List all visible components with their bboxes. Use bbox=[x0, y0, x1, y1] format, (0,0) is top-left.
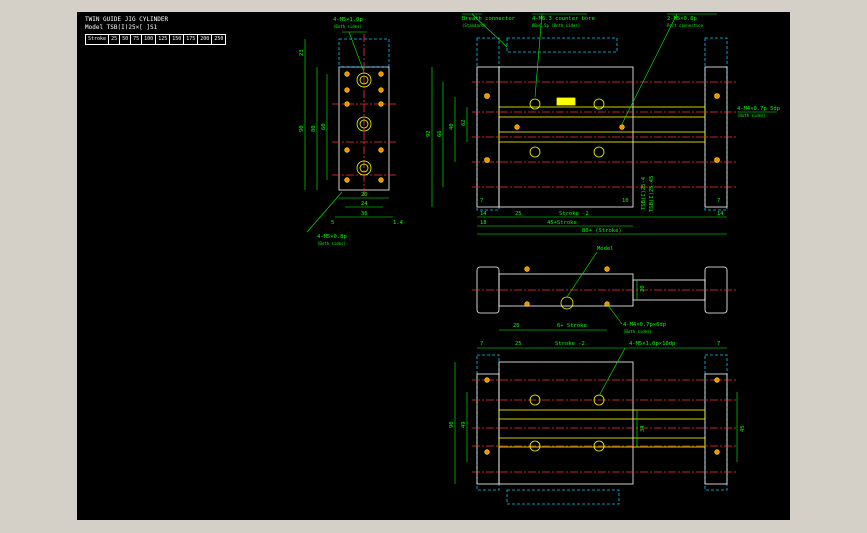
top-right-plate bbox=[704, 373, 728, 485]
side-dim-stroke: Stroke -2 bbox=[559, 211, 589, 217]
side-dim-overall: 86+ (Stroke) bbox=[582, 228, 622, 234]
bottom-dim-20: 20 bbox=[513, 323, 520, 329]
cad-drawing: 23 90 80 60 20 24 36 5 1.4 4-M5×1.0p (Bo… bbox=[299, 13, 780, 505]
side-callout-breath: Breath connector bbox=[462, 16, 516, 22]
side-dim-tsb: TSB(I)25-4 bbox=[641, 176, 647, 210]
bottom-callout-model: Model bbox=[597, 246, 614, 252]
top-left-plate bbox=[476, 373, 500, 485]
top-dim-45: 45 bbox=[740, 425, 746, 432]
bottom-callout-side-sub: (Both sides) bbox=[623, 329, 652, 334]
side-dim-10: 10 bbox=[622, 198, 629, 204]
top-dim-49: 49 bbox=[461, 421, 467, 428]
top-dim-90: 90 bbox=[449, 421, 455, 428]
side-view: 92 66 40 62 7 14 25 Stroke -2 10 18 45+S… bbox=[426, 13, 780, 235]
front-view: 23 90 80 60 20 24 36 5 1.4 4-M5×1.0p (Bo… bbox=[299, 17, 404, 246]
bottom-dim-stroke: 6+ Stroke bbox=[557, 323, 587, 329]
side-dim-tsb2: TSB(I)25-45 bbox=[649, 176, 655, 212]
side-callout-right: 2-M5×0.8p bbox=[667, 16, 697, 22]
side-dim-92: 92 bbox=[426, 130, 432, 137]
side-dim-62: 62 bbox=[461, 119, 467, 126]
side-dim-18: 18 bbox=[480, 220, 487, 226]
side-callout-counterbore-sub: Ø8×6.5p (Both sides) bbox=[532, 23, 580, 28]
side-dim-66: 66 bbox=[437, 130, 443, 137]
top-dim-34: 34 bbox=[640, 425, 646, 432]
front-dim-36: 36 bbox=[361, 211, 368, 217]
top-dim-7: 7 bbox=[480, 341, 483, 347]
top-bottom-fitting bbox=[506, 489, 620, 505]
side-callout-side: 4-M4×0.7p 5dp bbox=[737, 106, 780, 112]
front-dim-5: 5 bbox=[331, 220, 334, 226]
front-dim-24: 24 bbox=[361, 201, 368, 207]
front-dim-60: 60 bbox=[321, 123, 327, 130]
side-dim-r7: 7 bbox=[717, 198, 720, 204]
front-callout-top: 4-M5×1.0p bbox=[333, 17, 363, 23]
side-end-plate-left bbox=[476, 37, 500, 211]
top-view: 7 25 Stroke -2 7 90 49 34 45 4-M5×1.0p×1… bbox=[449, 341, 746, 505]
bottom-port bbox=[560, 296, 574, 310]
side-dim-25: 25 bbox=[515, 211, 522, 217]
top-end-plate-right bbox=[704, 354, 728, 491]
top-dim-25: 25 bbox=[515, 341, 522, 347]
front-dim-23: 23 bbox=[299, 49, 305, 56]
front-callout-bottom: 4-M5×0.8p bbox=[317, 234, 347, 240]
bottom-dim-h20: 20 bbox=[640, 285, 646, 292]
side-dim-14: 14 bbox=[480, 211, 487, 217]
bottom-callout-side: 4-M4×0.7p×6dp bbox=[623, 322, 666, 328]
side-dim-40: 40 bbox=[449, 123, 455, 130]
side-callout-breath-sub: (Standard) bbox=[462, 23, 486, 28]
front-callout-bottom-sub: (Both sides) bbox=[317, 241, 346, 246]
side-end-plate-right bbox=[704, 37, 728, 211]
top-guide-rod bbox=[498, 409, 706, 420]
side-dim-7: 7 bbox=[480, 198, 483, 204]
top-callout: 4-M5×1.0p×10dp bbox=[629, 341, 675, 347]
side-dim-span: 45+Stroke bbox=[547, 220, 577, 226]
front-callout-top-sub: (Both sides) bbox=[333, 24, 362, 29]
front-dim-90: 90 bbox=[299, 125, 305, 132]
top-dim-r7: 7 bbox=[717, 341, 720, 347]
side-callout-right-sub: Port connection bbox=[667, 23, 704, 28]
side-top-fitting bbox=[506, 37, 618, 53]
side-callout-side-sub: (Both sides) bbox=[737, 113, 766, 118]
side-dim-r14: 14 bbox=[717, 211, 724, 217]
side-callout-counterbore: 4-M6.3 counter bore bbox=[532, 16, 595, 22]
front-dim-20: 20 bbox=[361, 192, 368, 198]
front-dim-14: 1.4 bbox=[393, 220, 404, 226]
top-end-plate-left bbox=[476, 354, 500, 491]
bottom-view: 20 6+ Stroke 20 Model 4-M4×0.7p×6dp (Bot… bbox=[472, 246, 737, 334]
front-dim-80: 80 bbox=[311, 125, 317, 132]
drawing-sheet: TWIN GUIDE JIG CYLINDER Model TSB(I)25×[… bbox=[77, 12, 790, 520]
top-dim-stroke: Stroke -2 bbox=[555, 341, 585, 347]
